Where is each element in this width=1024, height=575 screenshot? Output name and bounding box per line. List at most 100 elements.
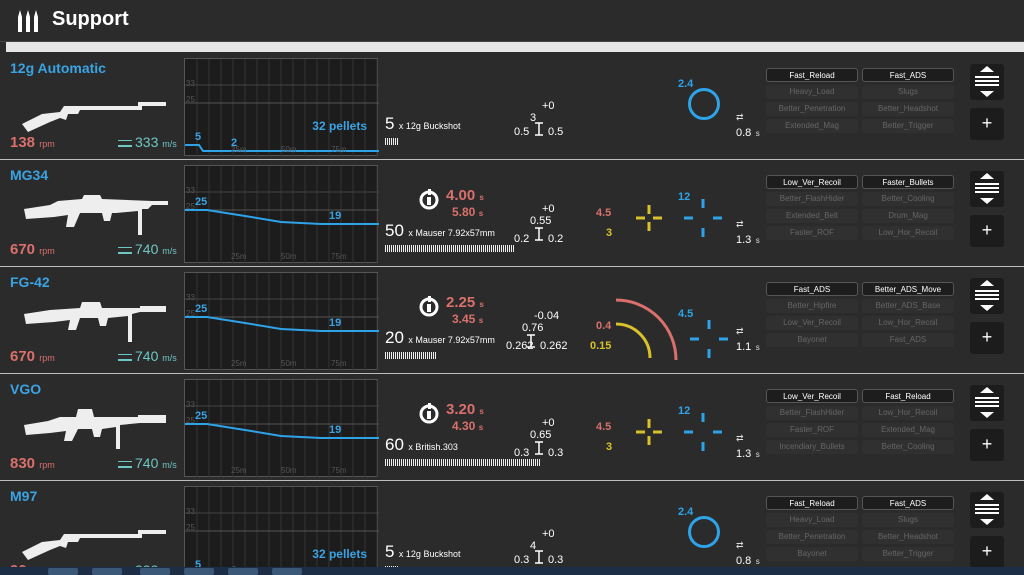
swap-unit: s	[755, 450, 760, 459]
x-tick: 50m	[281, 466, 297, 475]
upgrade-button[interactable]: Low_Hor_Recoil	[862, 226, 954, 240]
velocity-icon	[118, 246, 132, 254]
upgrade-button[interactable]: Better_ADS_Move	[862, 282, 954, 296]
velocity-unit: m/s	[162, 246, 177, 256]
weapon-name[interactable]: MG34	[10, 167, 48, 183]
upgrade-button[interactable]: Heavy_Load	[766, 513, 858, 527]
spread-left: 0.5	[514, 126, 530, 138]
upgrade-button[interactable]: Better_FlashHider	[766, 406, 858, 420]
upgrade-button[interactable]: Slugs	[862, 85, 954, 99]
upgrade-button[interactable]: Fast_Reload	[766, 496, 858, 510]
muzzle-velocity: 333 m/s	[118, 134, 177, 150]
x-tick: 75m	[331, 359, 347, 368]
add-button[interactable]: +	[970, 536, 1004, 568]
upgrade-button[interactable]: Incendiary_Bullets	[766, 440, 858, 454]
upgrade-button[interactable]: Faster_ROF	[766, 226, 858, 240]
rpm-unit: rpm	[39, 139, 55, 149]
spread-stats: +0 3 0.5 0.5	[508, 54, 578, 154]
weapon-name[interactable]: M97	[10, 488, 37, 504]
taskbar-item[interactable]	[48, 568, 78, 575]
upgrade-button[interactable]: Better_Trigger	[862, 547, 954, 561]
swap-unit: s	[755, 557, 760, 566]
velocity-unit: m/s	[162, 139, 177, 149]
ammo-count: 60	[385, 435, 404, 454]
upgrade-button[interactable]: Better_Penetration	[766, 102, 858, 116]
ammo-count: 50	[385, 221, 404, 240]
upgrade-button[interactable]: Low_Hor_Recoil	[862, 316, 954, 330]
velocity-icon	[118, 139, 132, 147]
swap-unit: s	[755, 343, 760, 352]
reorder-icon[interactable]	[970, 278, 1004, 314]
add-button[interactable]: +	[970, 322, 1004, 354]
upgrade-button[interactable]: Low_Ver_Recoil	[766, 389, 858, 403]
damage-start: 25	[195, 410, 208, 422]
velocity-icon	[118, 460, 132, 468]
upgrade-button[interactable]: Better_ADS_Base	[862, 299, 954, 313]
weapon-name[interactable]: VGO	[10, 381, 41, 397]
upgrade-button[interactable]: Fast_ADS	[766, 282, 858, 296]
taskbar-item[interactable]	[92, 568, 122, 575]
add-button[interactable]: +	[970, 108, 1004, 140]
upgrade-button[interactable]: Heavy_Load	[766, 85, 858, 99]
upgrade-button[interactable]: Extended_Belt	[766, 209, 858, 223]
weapon-name[interactable]: 12g Automatic	[10, 60, 106, 76]
add-button[interactable]: +	[970, 215, 1004, 247]
upgrade-button[interactable]: Bayonet	[766, 547, 858, 561]
upgrade-button[interactable]: Better_Cooling	[862, 440, 954, 454]
upgrade-button[interactable]: Better_Hipfire	[766, 299, 858, 313]
upgrade-button[interactable]: Slugs	[862, 513, 954, 527]
swap-value: 0.8	[736, 127, 752, 139]
taskbar-item[interactable]	[184, 568, 214, 575]
damage-graph: 25 19 33 25 25m 50m 75m	[184, 272, 379, 371]
upgrade-button[interactable]: Extended_Mag	[862, 423, 954, 437]
ammo-bullets	[385, 245, 515, 252]
upgrade-button[interactable]: Better_Cooling	[862, 192, 954, 206]
velocity-unit: m/s	[162, 353, 177, 363]
upgrade-button[interactable]: Low_Ver_Recoil	[766, 316, 858, 330]
upgrade-button[interactable]: Low_Ver_Recoil	[766, 175, 858, 189]
rpm-value: 670	[10, 241, 36, 258]
y-tick: 25	[186, 309, 195, 318]
upgrade-button[interactable]: Fast_ADS	[862, 333, 954, 347]
reorder-icon[interactable]	[970, 385, 1004, 421]
upgrade-button[interactable]: Fast_Reload	[766, 68, 858, 82]
upgrade-button[interactable]: Fast_ADS	[862, 68, 954, 82]
ammo-bullets	[385, 138, 398, 145]
upgrade-button[interactable]: Better_Headshot	[862, 530, 954, 544]
y-tick: 25	[186, 95, 195, 104]
taskbar-item[interactable]	[140, 568, 170, 575]
x-tick: 75m	[331, 145, 347, 154]
spread-stats: +0 0.55 0.2 0.2	[508, 161, 578, 261]
weapon-name[interactable]: FG-42	[10, 274, 50, 290]
recoil-crosshair-icon	[634, 417, 664, 452]
weapon-swap: ⇄ 1.3 s	[736, 219, 760, 248]
weapon-image	[20, 401, 170, 461]
taskbar-item[interactable]	[228, 568, 258, 575]
upgrade-button[interactable]: Better_Penetration	[766, 530, 858, 544]
swap-value: 0.8	[736, 555, 752, 567]
reload-tactical: 4.00 s	[446, 187, 484, 204]
add-button[interactable]: +	[970, 429, 1004, 461]
taskbar-item[interactable]	[272, 568, 302, 575]
upgrade-button[interactable]: Better_Trigger	[862, 119, 954, 133]
upgrade-button[interactable]: Faster_Bullets	[862, 175, 954, 189]
recoil-vertical: 3	[606, 441, 613, 453]
upgrade-button[interactable]: Extended_Mag	[766, 119, 858, 133]
reload-unit: s	[478, 316, 484, 325]
reorder-icon[interactable]	[970, 492, 1004, 528]
spread-top: +0	[542, 417, 555, 429]
upgrade-button[interactable]: Bayonet	[766, 333, 858, 347]
reorder-icon[interactable]	[970, 171, 1004, 207]
ads-crosshair-icon	[680, 409, 726, 460]
upgrade-button[interactable]: Better_Headshot	[862, 102, 954, 116]
upgrade-button[interactable]: Fast_ADS	[862, 496, 954, 510]
upgrade-button[interactable]: Fast_Reload	[862, 389, 954, 403]
pellet-count: 32 pellets	[312, 547, 367, 561]
upgrade-button[interactable]: Drum_Mag	[862, 209, 954, 223]
ads-crosshair-icon	[680, 195, 726, 246]
reorder-icon[interactable]	[970, 64, 1004, 100]
upgrade-button[interactable]: Better_FlashHider	[766, 192, 858, 206]
upgrade-button[interactable]: Faster_ROF	[766, 423, 858, 437]
search-bar[interactable]	[6, 42, 1024, 52]
upgrade-button[interactable]: Low_Hor_Recoil	[862, 406, 954, 420]
